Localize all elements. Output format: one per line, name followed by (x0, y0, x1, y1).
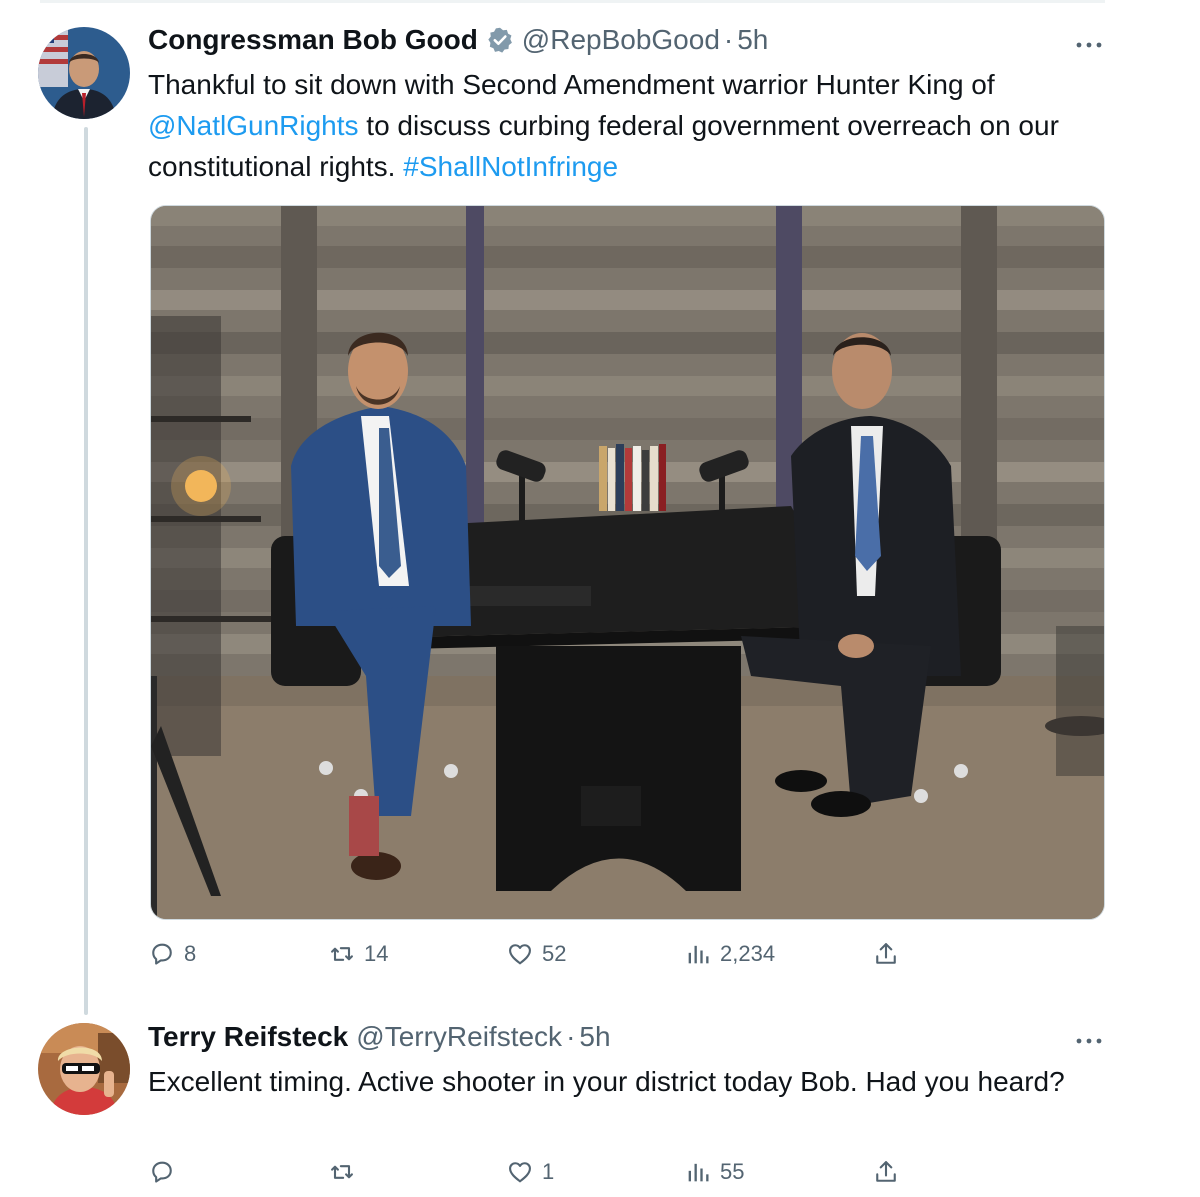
tweet-photo[interactable] (150, 205, 1105, 920)
reply-views-button[interactable]: 55 (684, 1152, 744, 1192)
author-avatar[interactable] (38, 27, 130, 119)
hashtag-link[interactable]: #ShallNotInfringe (403, 151, 618, 182)
tweet-header: Congressman Bob Good @RepBobGood · 5h (148, 20, 768, 60)
like-button[interactable]: 52 (506, 934, 566, 974)
reply-like-count: 1 (542, 1159, 555, 1184)
views-count: 2,234 (720, 941, 776, 966)
reply-header: Terry Reifsteck @TerryReifsteck · 5h (148, 1017, 611, 1057)
reply-reply-button[interactable] (148, 1152, 184, 1192)
reply-text: Excellent timing. Active shooter in your… (148, 1066, 1065, 1097)
reply-share-button[interactable] (872, 1152, 900, 1192)
reply-timestamp[interactable]: 5h (579, 1021, 610, 1053)
tweet-photo-image (151, 206, 1104, 919)
tweet-text-part: Thankful to sit down with Second Amendme… (148, 69, 995, 100)
like-count: 52 (542, 941, 567, 966)
reply-author-avatar-image (38, 1023, 130, 1115)
reply-count: 8 (184, 941, 197, 966)
repost-icon (331, 947, 353, 961)
share-icon (876, 1161, 896, 1182)
share-icon (876, 943, 896, 964)
reply-author-avatar[interactable] (38, 1023, 130, 1115)
reply-more-icon[interactable] (1075, 1033, 1103, 1044)
verified-badge-icon (486, 26, 514, 54)
reply-author-name[interactable]: Terry Reifsteck (148, 1021, 348, 1053)
share-button[interactable] (872, 934, 900, 974)
reply-repost-button[interactable] (328, 1152, 364, 1192)
more-icon[interactable] (1075, 37, 1103, 48)
repost-button[interactable]: 14 (328, 934, 388, 974)
reply-header-separator: · (566, 1021, 576, 1052)
views-chart-icon (688, 1163, 709, 1182)
heart-icon (509, 1162, 531, 1183)
views-chart-icon (688, 945, 709, 964)
header-separator: · (723, 24, 734, 55)
repost-count: 14 (364, 941, 389, 966)
top-divider (40, 0, 1105, 3)
repost-icon (331, 1165, 353, 1179)
mention-link[interactable]: @NatlGunRights (148, 110, 359, 141)
reply-author-handle[interactable]: @TerryReifsteck (356, 1021, 562, 1053)
reply-views-count: 55 (720, 1159, 745, 1184)
reply-like-button[interactable]: 1 (506, 1152, 554, 1192)
reply-icon (152, 1161, 172, 1183)
tweet-timestamp[interactable]: 5h (737, 24, 768, 56)
thread-connector (84, 127, 88, 1015)
views-button[interactable]: 2,234 (684, 934, 775, 974)
author-avatar-image (38, 27, 130, 119)
reply-icon (152, 943, 172, 965)
author-handle[interactable]: @RepBobGood (522, 24, 720, 56)
tweet-text: Thankful to sit down with Second Amendme… (148, 64, 1108, 187)
reply-button[interactable]: 8 (148, 934, 196, 974)
heart-icon (509, 944, 531, 965)
author-name[interactable]: Congressman Bob Good (148, 24, 478, 56)
